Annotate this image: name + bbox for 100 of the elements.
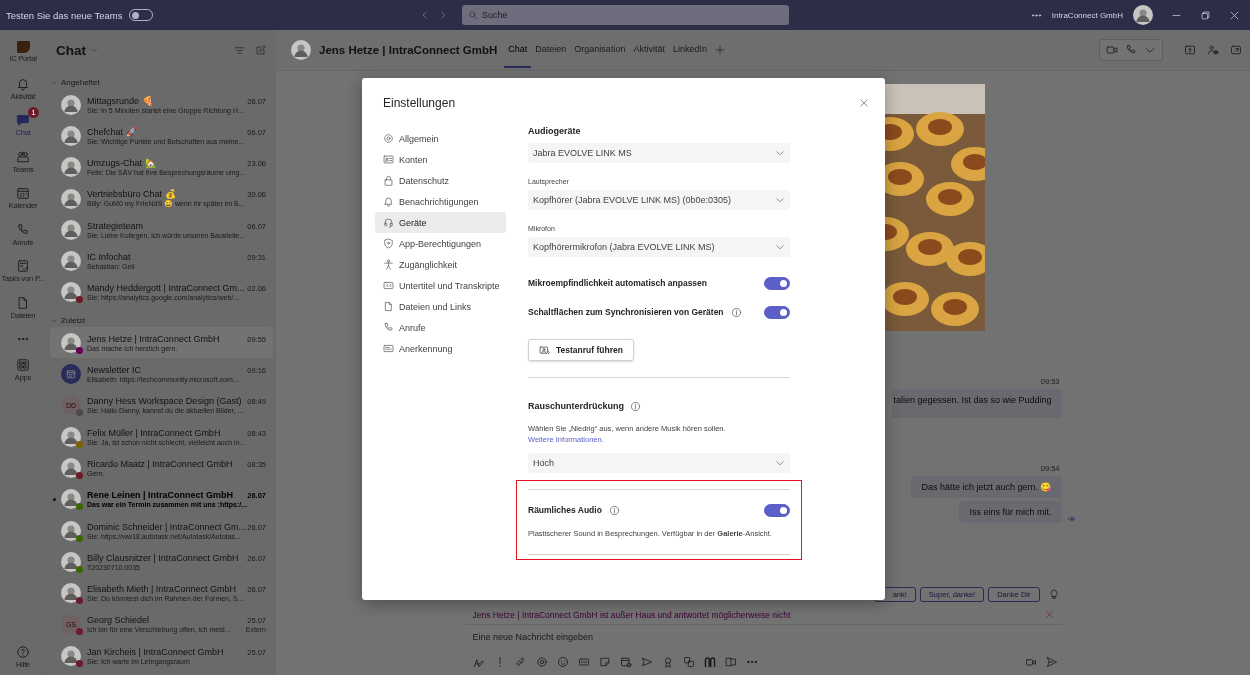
test-call-button[interactable]: Testanruf führen xyxy=(528,339,634,361)
avatar xyxy=(61,251,81,272)
tab[interactable]: LinkedIn xyxy=(668,32,711,68)
close-icon[interactable] xyxy=(859,98,869,108)
chat-name: Ricardo Maatz | IntraConnect GmbH xyxy=(87,458,233,469)
toggle-switch[interactable] xyxy=(764,503,790,517)
bell-icon xyxy=(383,196,394,207)
avatar xyxy=(61,457,81,478)
avatar xyxy=(61,125,81,146)
lock-icon xyxy=(383,175,394,186)
setting-label: Schaltflächen zum Synchronisieren von Geräten xyxy=(528,307,724,317)
chat-list-title[interactable]: Chat xyxy=(56,42,98,58)
portal-logo-icon xyxy=(16,41,30,54)
chat-name: Georg Schiedel xyxy=(87,615,150,626)
avatar xyxy=(61,645,81,666)
try-new-label: Testen Sie das neue Teams xyxy=(6,9,123,21)
share-screen-icon[interactable] xyxy=(1184,44,1196,56)
forward-icon[interactable] xyxy=(438,10,448,20)
chat-name: Billy Clausnitzer | IntraConnect GmbH xyxy=(87,552,239,563)
filter-icon[interactable] xyxy=(234,44,245,56)
settings-nav-item[interactable]: Geräte xyxy=(375,212,506,233)
section-header[interactable]: Zuletzt xyxy=(47,308,276,328)
chat-name: Dominic Schneider | IntraConnect Gm... xyxy=(87,521,246,532)
dropdown[interactable]: Jabra EVOLVE LINK MS xyxy=(528,143,790,163)
avatar xyxy=(61,426,81,447)
close-icon[interactable] xyxy=(1229,9,1240,21)
chat-name: Vertriebsbüro Chat 💰 xyxy=(87,189,176,200)
gear-icon xyxy=(383,133,394,144)
arches-icon[interactable] xyxy=(703,655,716,668)
stream-icon[interactable] xyxy=(640,655,653,668)
settings-nav-item[interactable]: Konten xyxy=(375,149,506,170)
settings-nav-item[interactable]: Dateien und Links xyxy=(375,296,506,317)
add-people-icon[interactable] xyxy=(1207,44,1219,56)
setting-label: Räumliches Audio xyxy=(528,505,602,515)
file-icon xyxy=(16,295,30,310)
unread-dot xyxy=(52,497,56,501)
chat-name: Rene Leinen | IntraConnect GmbH xyxy=(87,490,234,501)
chat-name: Mandy Heddergott | IntraConnect Gm... xyxy=(87,283,245,294)
chat-name: IC Infochat xyxy=(87,252,131,263)
avatar xyxy=(61,583,81,604)
tab[interactable]: Dateien xyxy=(531,32,571,68)
organization-name: IntraConnect GmbH xyxy=(1051,10,1123,20)
avatar xyxy=(61,551,81,572)
section-header[interactable]: Angeheftet xyxy=(47,70,276,89)
settings-nav-item[interactable]: Anrufe xyxy=(375,317,506,338)
settings-nav-item[interactable]: Datenschutz xyxy=(375,170,506,191)
chat-name: Strategieteam xyxy=(87,220,144,231)
avatar xyxy=(1133,5,1153,25)
video-call-icon xyxy=(1106,44,1118,56)
setting-label: Mikroempfindlichkeit automatisch anpassen xyxy=(528,278,707,288)
schedule-icon[interactable] xyxy=(619,655,632,668)
dialog-title: Einstellungen xyxy=(383,96,456,110)
settings-nav-item[interactable]: Benachrichtigungen xyxy=(375,191,506,212)
toggle-switch[interactable] xyxy=(764,305,790,319)
tab[interactable]: Organisation xyxy=(570,32,630,68)
captions-icon xyxy=(383,280,394,291)
tile-icon[interactable] xyxy=(682,655,695,668)
settings-nav-item[interactable]: Anerkennung xyxy=(375,338,506,359)
id-card-icon xyxy=(383,154,394,165)
message-bubble: talien gegessen. Ist das so wie Pudding xyxy=(892,389,1062,418)
avatar xyxy=(61,332,81,353)
dropdown[interactable]: Kopfhörer (Jabra EVOLVE LINK MS) (0b0e:0305) xyxy=(528,190,790,210)
dropdown[interactable]: Kopfhörermikrofon (Jabra EVOLVE LINK MS) xyxy=(528,237,790,257)
book-icon[interactable] xyxy=(724,655,737,668)
emoji-icon[interactable] xyxy=(556,655,569,668)
section-heading: Rauschunterdrückung xyxy=(528,401,624,411)
avatar xyxy=(61,520,81,541)
file-icon xyxy=(383,301,394,312)
search-field[interactable]: Suche xyxy=(462,5,789,25)
avatar xyxy=(61,219,81,240)
settings-nav-item[interactable]: App-Berechtigungen xyxy=(375,233,506,254)
help-icon xyxy=(16,644,30,659)
restore-icon[interactable] xyxy=(1200,9,1211,21)
settings-nav-item[interactable]: Allgemein xyxy=(375,128,506,149)
attach-icon[interactable] xyxy=(514,655,527,668)
loop-icon[interactable] xyxy=(535,655,548,668)
dropdown[interactable]: Hoch xyxy=(528,453,790,473)
chevron-down-icon xyxy=(775,242,785,252)
section-heading: Audiogeräte xyxy=(528,126,581,136)
tab[interactable]: Aktivität xyxy=(629,32,669,68)
sticker-icon[interactable] xyxy=(598,655,611,668)
message-bubble: Iss eins für mich mit. xyxy=(959,501,1062,523)
send-icon[interactable] xyxy=(1045,655,1058,668)
settings-nav-item[interactable]: Zugänglichkeit xyxy=(375,254,506,275)
call-button-group[interactable] xyxy=(1099,39,1163,61)
new-chat-icon[interactable] xyxy=(255,44,266,56)
toggle-switch[interactable] xyxy=(764,276,790,290)
chevron-down-icon xyxy=(775,458,785,468)
avatar xyxy=(61,282,81,303)
apps-icon xyxy=(16,358,30,373)
chat-icon xyxy=(16,113,30,128)
pop-out-icon[interactable] xyxy=(1230,44,1242,56)
add-tab-icon[interactable] xyxy=(714,45,725,55)
chevron-down-icon xyxy=(775,195,785,205)
calendar-icon xyxy=(66,369,76,379)
search-icon xyxy=(468,10,478,20)
back-icon[interactable] xyxy=(420,10,430,20)
tab[interactable]: Chat xyxy=(504,32,532,68)
accessibility-icon xyxy=(383,259,394,270)
settings-nav-item[interactable]: Untertitel und Transkripte xyxy=(375,275,506,296)
